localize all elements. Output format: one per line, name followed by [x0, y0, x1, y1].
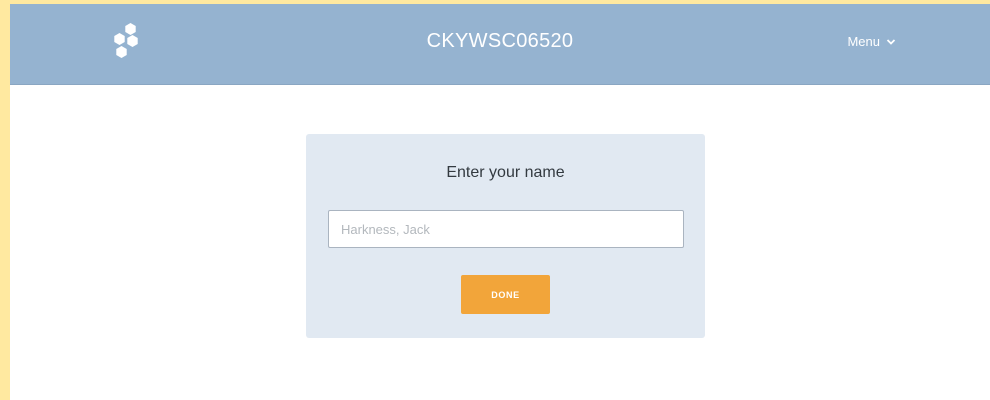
- menu-dropdown[interactable]: Menu: [847, 34, 896, 49]
- app-frame: CKYWSC06520 Menu Enter your name DONE: [10, 4, 990, 400]
- name-input[interactable]: [328, 210, 684, 248]
- name-entry-card: Enter your name DONE: [306, 134, 705, 338]
- done-button[interactable]: DONE: [461, 275, 550, 314]
- card-title: Enter your name: [446, 164, 565, 181]
- session-code: CKYWSC06520: [426, 30, 574, 52]
- chevron-down-icon: [886, 38, 896, 45]
- top-bar: CKYWSC06520 Menu: [10, 4, 990, 85]
- menu-label: Menu: [847, 34, 880, 49]
